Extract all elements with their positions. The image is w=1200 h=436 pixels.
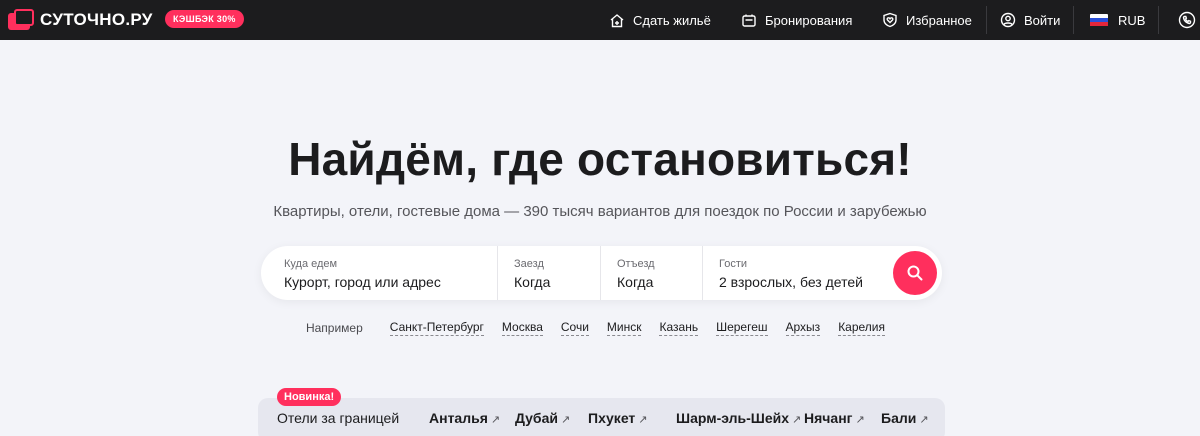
abroad-destination-link[interactable]: Анталья ↗ — [429, 410, 500, 426]
abroad-destination-link[interactable]: Дубай ↗ — [515, 410, 570, 426]
guests-field[interactable]: Гости 2 взрослых, без детей — [719, 246, 889, 300]
logo-text: СУТОЧНО.РУ — [40, 10, 153, 29]
checkin-value: Когда — [514, 274, 551, 290]
example-link[interactable]: Казань — [659, 320, 699, 336]
favorites-label: Избранное — [906, 12, 972, 28]
nav-divider — [1073, 6, 1074, 34]
phone-link[interactable] — [1178, 0, 1200, 40]
checkin-label: Заезд — [514, 258, 544, 270]
external-arrow-icon: ↗ — [560, 414, 571, 426]
currency-label: RUB — [1118, 12, 1146, 28]
page-title: Найдём, где остановиться! — [288, 133, 912, 185]
guests-label: Гости — [719, 258, 748, 270]
field-divider — [702, 246, 703, 300]
login-label: Войти — [1024, 12, 1061, 28]
external-arrow-icon: ↗ — [490, 414, 501, 426]
examples-label: Например — [305, 321, 363, 335]
page-subtitle: Квартиры, отели, гостевые дома — 390 тыс… — [273, 203, 927, 220]
example-link[interactable]: Минск — [606, 320, 642, 336]
house-plus-icon — [610, 13, 624, 27]
top-navigation-bar: СУТОЧНО.РУ КЭШБЭК 30% Сдать жильё Бронир… — [0, 0, 1200, 40]
destination-placeholder: Курорт, город или адрес — [284, 274, 441, 290]
guests-value: 2 взрослых, без детей — [719, 274, 863, 290]
example-destinations: Например Санкт-Петербург Москва Сочи Мин… — [0, 320, 1200, 336]
bookings-link[interactable]: Бронирования — [741, 0, 852, 40]
search-form: Куда едем Курорт, город или адрес Заезд … — [261, 246, 942, 300]
example-link[interactable]: Москва — [501, 320, 543, 336]
search-icon — [907, 265, 923, 281]
example-link[interactable]: Карелия — [838, 320, 886, 336]
site-logo[interactable]: СУТОЧНО.РУ — [8, 6, 153, 34]
external-arrow-icon: ↗ — [792, 414, 802, 426]
cashback-badge[interactable]: КЭШБЭК 30% — [165, 10, 244, 28]
checkout-field[interactable]: Отъезд Когда — [617, 246, 702, 300]
abroad-destination-link[interactable]: Бали ↗ — [881, 410, 929, 426]
search-button[interactable] — [893, 251, 937, 295]
example-link[interactable]: Санкт-Петербург — [389, 320, 484, 336]
logo-icon — [8, 9, 34, 31]
rent-out-label: Сдать жильё — [633, 12, 711, 28]
abroad-destination-link[interactable]: Нячанг ↗ — [804, 410, 865, 426]
example-link[interactable]: Архыз — [785, 320, 821, 336]
checkin-field[interactable]: Заезд Когда — [514, 246, 600, 300]
rent-out-link[interactable]: Сдать жильё — [609, 0, 711, 40]
field-divider — [497, 246, 498, 300]
login-link[interactable]: Войти — [1000, 0, 1060, 40]
checkout-value: Когда — [617, 274, 654, 290]
external-arrow-icon: ↗ — [919, 414, 929, 426]
russia-flag-icon — [1090, 13, 1108, 27]
nav-divider — [986, 6, 987, 34]
currency-selector[interactable]: RUB — [1090, 0, 1145, 40]
phone-icon — [1178, 11, 1196, 29]
bookings-icon — [742, 14, 756, 27]
abroad-destination-link[interactable]: Пхукет ↗ — [588, 410, 648, 426]
field-divider — [600, 246, 601, 300]
example-link[interactable]: Шерегеш — [716, 320, 768, 336]
abroad-hotels-bar: Отели за границей Анталья ↗ Дубай ↗ Пхукет… — [258, 398, 945, 436]
new-badge: Новинка! — [277, 388, 342, 406]
example-link[interactable]: Сочи — [560, 320, 589, 336]
bookings-label: Бронирования — [765, 12, 853, 28]
abroad-destination-link[interactable]: Шарм-эль-Шейх ↗ — [676, 410, 801, 426]
abroad-hotels-label: Отели за границей — [277, 410, 400, 426]
user-icon — [1000, 12, 1016, 28]
destination-label: Куда едем — [284, 258, 338, 270]
external-arrow-icon: ↗ — [638, 414, 648, 426]
favorites-link[interactable]: Избранное — [882, 0, 972, 40]
destination-field[interactable]: Куда едем Курорт, город или адрес — [284, 246, 494, 300]
external-arrow-icon: ↗ — [855, 414, 865, 426]
heart-shield-icon — [883, 12, 897, 28]
nav-divider — [1158, 6, 1159, 34]
checkout-label: Отъезд — [617, 258, 655, 270]
